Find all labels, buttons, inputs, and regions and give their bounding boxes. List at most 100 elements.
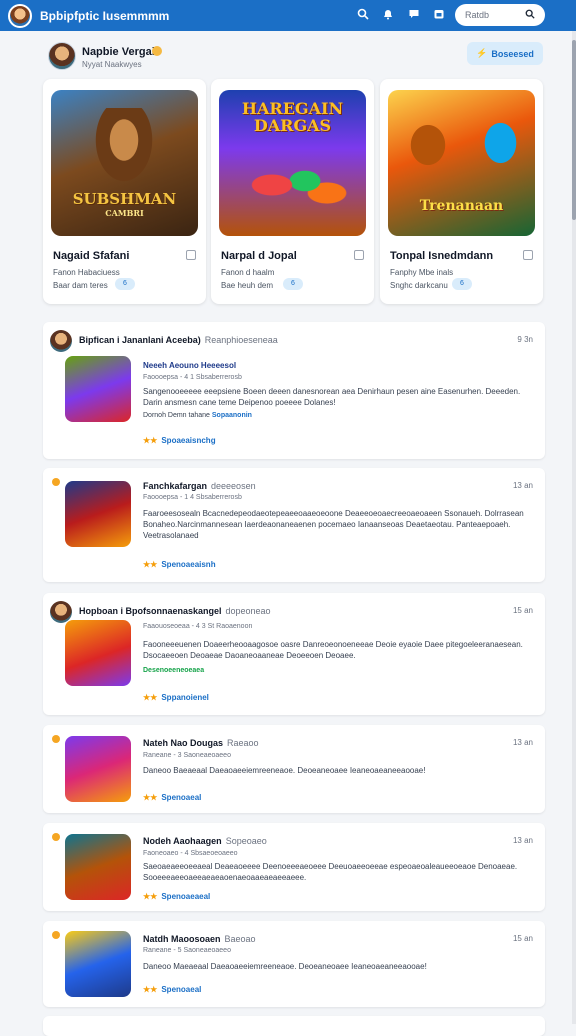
post-title[interactable]: Neeeh Aeouno Heeeesol: [143, 361, 236, 370]
featured-card[interactable]: Trenanaan Tonpal Isnedmdann Fanphy Mbe i…: [380, 79, 543, 304]
author-name: Fanchkafargan: [143, 481, 208, 491]
post-meta: Faaouoseoeaa - 4 3 St Raoaenoon: [143, 623, 253, 630]
bookmark-icon[interactable]: [186, 250, 196, 260]
rating-stars-icon: ★★: [143, 436, 158, 445]
profile-name[interactable]: Napbie Vergai: [82, 46, 155, 58]
notification-icon[interactable]: [381, 8, 395, 22]
card-meta: Fanon d haalm: [221, 268, 275, 277]
avatar[interactable]: [48, 42, 76, 70]
card-title[interactable]: Tonpal Isnedmdann: [390, 250, 493, 262]
feed-post[interactable]: Natdh Maoosoaen Baeoao 15 an Raneane - 5 …: [43, 921, 545, 1007]
post-body: Faooneeeuenen Doaeerheooaagosoe oasre Da…: [143, 640, 523, 660]
avatar[interactable]: [50, 601, 72, 623]
count-badge[interactable]: 6: [115, 278, 135, 290]
post-body: Sangenooeeeee eeepsiene Boeen deeen dane…: [143, 387, 521, 407]
post-author[interactable]: Hopboan i Bpofsonnaenaskangel dopeoneao: [79, 606, 271, 616]
bookmark-icon[interactable]: [354, 250, 364, 260]
game-thumbnail[interactable]: [65, 356, 131, 422]
post-time: 13 an: [512, 836, 533, 845]
post-body: Daneoo Maeaeaal Daeaoaeeiemreeneaoe. Deo…: [143, 962, 427, 971]
post-meta: Faoooepsa - 4 1 Sbsaberrerosb: [143, 374, 242, 381]
post-extra: Desenoeeneoeaea: [143, 667, 205, 674]
author-name: Bipfican i Jananlani Aceeba): [79, 335, 201, 345]
card-meta: Bae heuh dem: [221, 281, 274, 290]
card-meta: Fanon Habaciuess: [53, 268, 120, 277]
post-meta: Faoooepsa - 1 4 Sbsaberrerosb: [143, 494, 242, 501]
status-dot-icon: [52, 833, 60, 841]
search-input[interactable]: Ratdb: [455, 4, 545, 26]
game-thumbnail[interactable]: [65, 834, 131, 900]
profile-header: Napbie Vergai Nyyat Naakwyes ⚡ Boseesed: [48, 42, 548, 72]
post-footer-label: Spenoaeal: [161, 793, 202, 802]
avatar[interactable]: [50, 330, 72, 352]
feed-post[interactable]: Bipfican i Jananlani Aceeba) Reanphioesen…: [43, 322, 545, 459]
post-footer-label: Spoaeaisnchg: [161, 436, 216, 445]
author-handle: Raeaoo: [227, 738, 259, 748]
count-badge[interactable]: 6: [452, 278, 472, 290]
post-footer[interactable]: ★★ Spenoaeal: [143, 985, 201, 994]
post-footer[interactable]: ★★ Spenoaeaisnh: [143, 560, 216, 569]
game-thumbnail[interactable]: [65, 931, 131, 997]
feed-post[interactable]: Hopboan i Bpofsonnaenaskangel dopeoneao 1…: [43, 593, 545, 715]
author-name: Natdh Maoosoaen: [143, 934, 221, 944]
game-thumbnail[interactable]: [65, 481, 131, 547]
game-cover-title: HAREGAIN DARGAS: [241, 99, 344, 135]
post-extra: Dornoh Demn tahane Sopaanonin: [143, 412, 252, 419]
feed-post-partial[interactable]: [43, 1016, 545, 1036]
post-body: Faaroeesosealn Bcacnedepeodaeotepeaeeoaa…: [143, 509, 524, 540]
rating-stars-icon: ★★: [143, 693, 158, 702]
author-name: Hopboan i Bpofsonnaenaskangel: [79, 606, 222, 616]
status-dot-icon: [52, 478, 60, 486]
author-handle: Reanphioeseneaa: [204, 335, 278, 345]
scrollbar-thumb[interactable]: [572, 40, 576, 220]
app-title: Bpbipfptic Iusemmmm: [40, 8, 170, 23]
message-icon[interactable]: [407, 8, 421, 22]
game-cover-title: SUBSHMAN: [72, 190, 177, 208]
post-link[interactable]: Sopaanonin: [212, 412, 252, 419]
card-title[interactable]: Nagaid Sfafani: [53, 250, 129, 262]
post-time: 13 an: [512, 481, 533, 490]
game-thumbnail[interactable]: [65, 620, 131, 686]
search-icon[interactable]: [525, 9, 535, 22]
post-footer[interactable]: ★★ Spenoaeal: [143, 793, 201, 802]
game-cover-art[interactable]: Trenanaan: [388, 90, 535, 236]
post-footer[interactable]: ★★ Sppanoienel: [143, 693, 209, 702]
feed-post[interactable]: Nodeh Aaohaagen Sopeoaeo 13 an Faoneoaeo …: [43, 823, 545, 911]
bolt-icon: ⚡: [476, 48, 488, 58]
rating-stars-icon: ★★: [143, 793, 158, 802]
post-author[interactable]: Fanchkafargan deeeeosen: [143, 481, 256, 491]
featured-card[interactable]: HAREGAIN DARGAS Narpal d Jopal Fanon d h…: [211, 79, 374, 304]
post-footer[interactable]: ★★ Spoaeaisnchg: [143, 436, 216, 445]
game-thumbnail[interactable]: [65, 736, 131, 802]
post-author[interactable]: Bipfican i Jananlani Aceeba) Reanphioesen…: [79, 335, 278, 345]
card-title[interactable]: Narpal d Jopal: [221, 250, 297, 262]
post-author[interactable]: Nateh Nao Dougas Raeaoo: [143, 738, 259, 748]
feed-post[interactable]: Fanchkafargan deeeeosen 13 an Faoooepsa -…: [43, 468, 545, 582]
search-placeholder: Ratdb: [465, 10, 490, 20]
card-meta: Fanphy Mbe inals: [390, 268, 454, 277]
bookmark-icon[interactable]: [523, 250, 533, 260]
rating-stars-icon: ★★: [143, 560, 158, 569]
post-author[interactable]: Nodeh Aaohaagen Sopeoaeo: [143, 836, 267, 846]
game-cover-art[interactable]: SUBSHMAN CAMBRI: [51, 90, 198, 236]
author-handle: Baeoao: [224, 934, 256, 944]
post-author[interactable]: Natdh Maoosoaen Baeoao: [143, 934, 256, 944]
post-footer[interactable]: ★★ Spenoaeaeal: [143, 892, 210, 901]
search-icon[interactable]: [356, 8, 370, 22]
rating-stars-icon: ★★: [143, 985, 158, 994]
follow-button[interactable]: ⚡ Boseesed: [467, 42, 543, 65]
count-badge[interactable]: 6: [283, 278, 303, 290]
card-meta: Baar dam teres: [53, 281, 108, 290]
game-cover-title: Trenanaan: [419, 198, 504, 214]
calendar-icon[interactable]: [432, 8, 446, 22]
game-cover-art[interactable]: HAREGAIN DARGAS: [219, 90, 366, 236]
author-handle: deeeeosen: [211, 481, 256, 491]
post-meta: Faoneoaeo - 4 Sbsaeoeoaeeo: [143, 850, 238, 857]
top-bar: Bpbipfptic Iusemmmm Ratdb: [0, 0, 576, 31]
post-time: 15 an: [512, 606, 533, 615]
featured-card[interactable]: SUBSHMAN CAMBRI Nagaid Sfafani Fanon Hab…: [43, 79, 206, 304]
app-logo[interactable]: [8, 3, 32, 28]
post-time: 9 3n: [517, 335, 533, 344]
author-name: Nateh Nao Dougas: [143, 738, 224, 748]
feed-post[interactable]: Nateh Nao Dougas Raeaoo 13 an Raneane - 3…: [43, 725, 545, 813]
